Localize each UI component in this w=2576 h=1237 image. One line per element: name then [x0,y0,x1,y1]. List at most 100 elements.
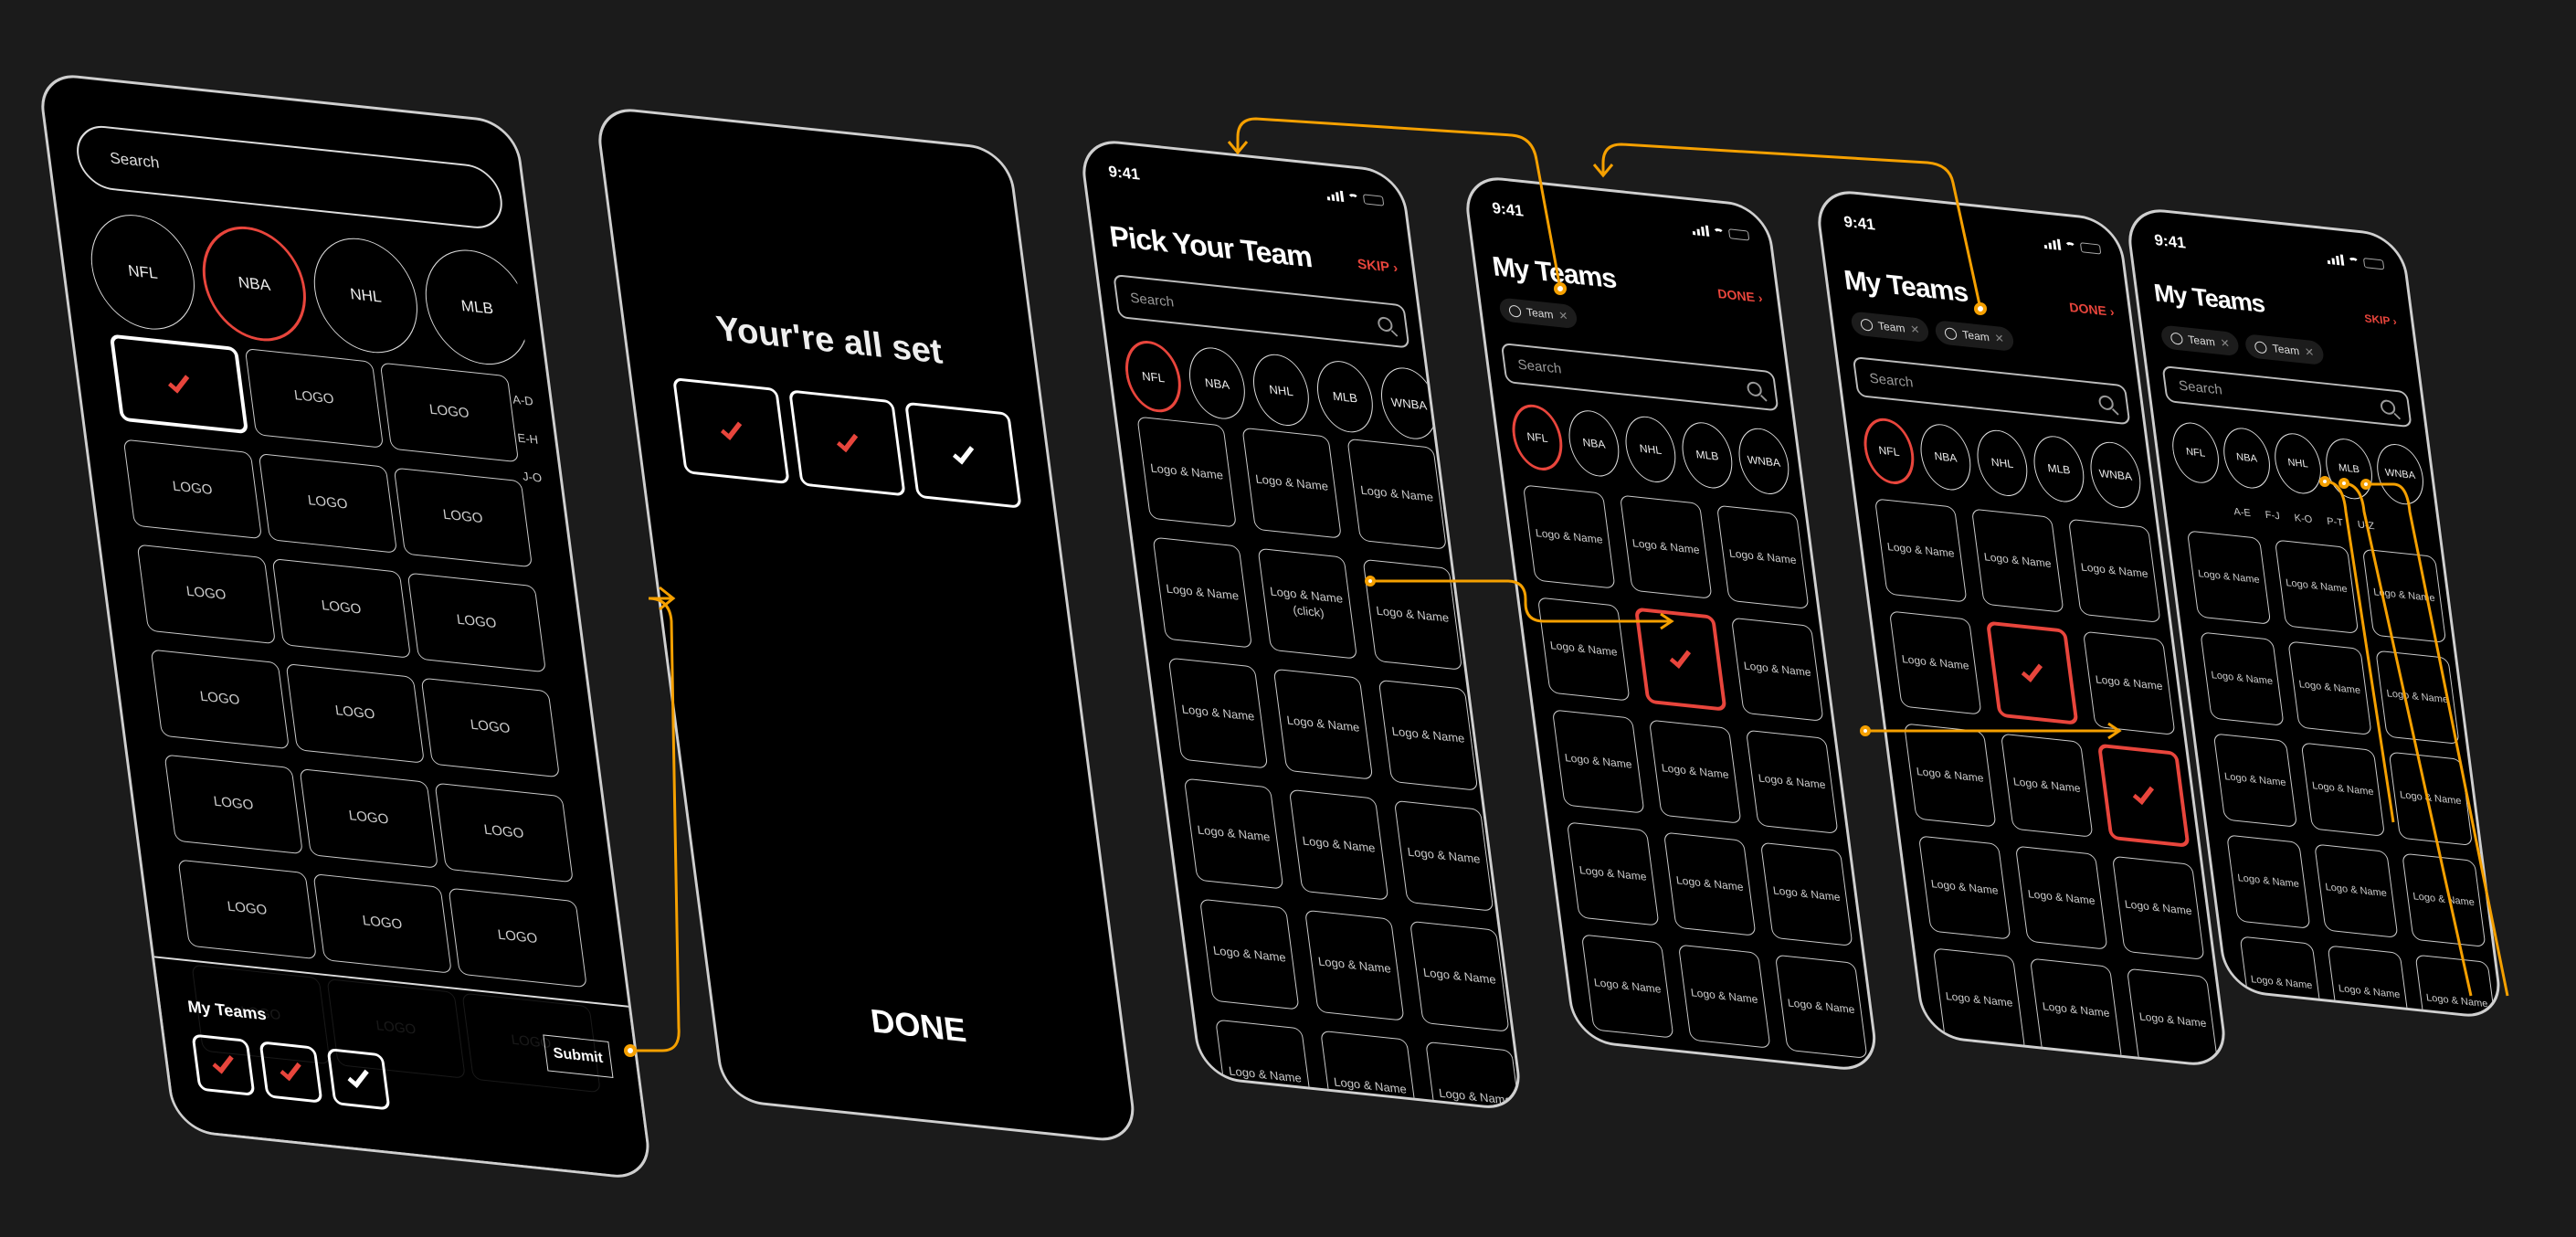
league-wnba[interactable]: WNBA [2086,439,2145,511]
team-tile[interactable]: Logo & Name [1745,729,1839,834]
team-tile[interactable]: Logo & Name [1425,1041,1525,1113]
league-nfl[interactable]: NFL [1860,415,1918,487]
team-tile[interactable]: Logo & Name [2314,843,2399,938]
team-tile[interactable]: Logo & Name [1378,679,1479,791]
team-tile[interactable]: Logo & Name [1874,498,1968,603]
team-tile[interactable]: Logo & Name [1677,944,1771,1049]
team-tile[interactable]: LOGO [434,782,574,883]
remove-icon[interactable]: ✕ [1557,309,1568,322]
team-chip[interactable]: Team ✕ [1498,297,1579,330]
team-tile[interactable]: Logo & Name [1917,835,2011,940]
league-mlb[interactable]: MLB [2030,433,2088,505]
search-input[interactable]: Search [1852,355,2131,426]
team-tile[interactable]: Logo & Name [1580,934,1674,1039]
team-tile[interactable]: LOGO [299,768,438,869]
remove-icon[interactable]: ✕ [1994,332,2005,345]
search-icon[interactable] [1746,381,1763,397]
alpha-index-item[interactable]: U-Z [2357,519,2375,532]
team-tile[interactable]: Logo & Name [2388,751,2474,846]
search-icon[interactable] [2380,398,2397,416]
team-tile[interactable]: Logo & Name [2414,954,2499,1021]
team-tile[interactable]: Logo & Name [1409,920,1510,1032]
team-tile[interactable]: Logo & Name [1566,821,1660,926]
team-tile[interactable]: LOGO [150,649,290,750]
team-tile[interactable]: Logo & Name [1272,668,1374,780]
team-tile[interactable]: LOGO [122,439,263,540]
league-nhl[interactable]: NHL [1249,351,1314,428]
submit-button[interactable]: Submit [543,1034,614,1078]
league-mlb[interactable]: MLB [2322,436,2376,502]
skip-button[interactable]: SKIP › [2364,312,2398,328]
league-mlb[interactable]: MLB [418,244,529,369]
team-tile[interactable]: Logo & Name [2082,630,2176,735]
team-tile[interactable]: LOGO [312,873,452,974]
league-nfl[interactable]: NFL [1508,401,1567,473]
league-nhl[interactable]: NHL [1621,414,1680,485]
alpha-index-item[interactable]: P-T [2327,516,2344,529]
remove-icon[interactable]: ✕ [1909,322,1920,336]
team-tile[interactable]: Logo & Name [2000,733,2094,838]
team-tile[interactable]: Logo & Name [1536,597,1631,702]
search-input[interactable]: Search [2161,365,2412,428]
team-tile[interactable]: Logo & Name [2226,834,2311,929]
team-tile[interactable] [109,333,249,435]
search-icon[interactable] [1377,316,1394,333]
team-tile[interactable]: Logo & Name [1241,427,1342,539]
team-tile[interactable]: Logo & Name [2029,957,2123,1063]
team-tile[interactable]: LOGO [285,663,425,764]
league-mlb[interactable]: MLB [1678,419,1737,492]
team-tile[interactable]: LOGO [393,467,533,568]
league-mlb[interactable]: MLB [1313,358,1378,436]
league-nba[interactable]: NBA [1565,407,1623,480]
team-tile[interactable]: Logo & Name [2212,733,2298,828]
league-wnba[interactable]: WNBA [1735,426,1793,497]
team-chip[interactable]: Team ✕ [2244,333,2325,365]
team-tile[interactable]: Logo & Name [2239,936,2324,1021]
league-nba[interactable]: NBA [1916,421,1975,493]
alpha-index-item[interactable]: A-D [510,381,535,421]
my-team-item[interactable] [191,1033,256,1096]
alpha-index-item[interactable]: J-O [520,458,545,498]
done-button[interactable]: DONE › [1716,286,1763,305]
league-nfl[interactable]: NFL [1121,337,1186,416]
team-tile[interactable]: Logo & Name [2014,845,2108,950]
remove-icon[interactable]: ✕ [2220,336,2231,350]
alpha-index-item[interactable]: E-H [515,419,541,460]
team-tile[interactable]: Logo & Name [1730,617,1824,722]
league-nfl[interactable]: NFL [84,209,202,335]
team-chip[interactable]: Team ✕ [1850,311,1931,344]
done-button[interactable]: DONE › [2068,300,2115,319]
team-tile[interactable]: LOGO [379,362,520,463]
team-tile[interactable] [1985,620,2079,725]
team-tile[interactable]: Logo & Name [1888,610,1982,715]
team-tile[interactable]: LOGO [420,677,560,778]
team-tile[interactable]: Logo & Name [2375,650,2460,745]
my-team-item[interactable] [326,1048,391,1111]
team-tile[interactable]: Logo & Name [2126,967,2220,1070]
remove-icon[interactable]: ✕ [2304,345,2315,359]
team-tile[interactable]: Logo & Name [2111,855,2205,960]
team-tile[interactable]: Logo & Name [1393,799,1494,912]
team-tile[interactable]: Logo & Name [1362,558,1463,671]
team-tile[interactable]: Logo & Name [1522,484,1616,589]
league-nba[interactable]: NBA [1185,344,1250,422]
team-tile[interactable]: Logo & Name [1288,788,1389,901]
team-tile[interactable]: Logo & Name [2327,945,2412,1021]
league-nfl[interactable]: NFL [2169,419,2222,486]
alpha-index-item[interactable]: K-O [2294,513,2313,525]
team-tile[interactable]: LOGO [177,859,317,960]
team-tile[interactable]: Logo & Name [1619,494,1713,599]
team-tile[interactable]: Logo & Name [1167,657,1269,769]
team-tile[interactable]: LOGO [406,572,547,673]
alpha-index-item[interactable]: F-J [2265,510,2280,523]
league-nba[interactable]: NBA [2220,425,2274,492]
search-icon[interactable] [2097,395,2115,411]
team-tile[interactable]: Logo & Name [1199,898,1300,1010]
league-nhl[interactable]: NHL [2271,430,2325,497]
league-nba[interactable]: NBA [195,221,313,347]
team-tile[interactable]: Logo & Name [2200,631,2285,726]
team-tile[interactable] [2096,743,2191,848]
team-tile[interactable]: Logo & Name [1183,777,1284,890]
team-tile[interactable]: LOGO [164,754,303,855]
league-nhl[interactable]: NHL [1973,428,2032,499]
